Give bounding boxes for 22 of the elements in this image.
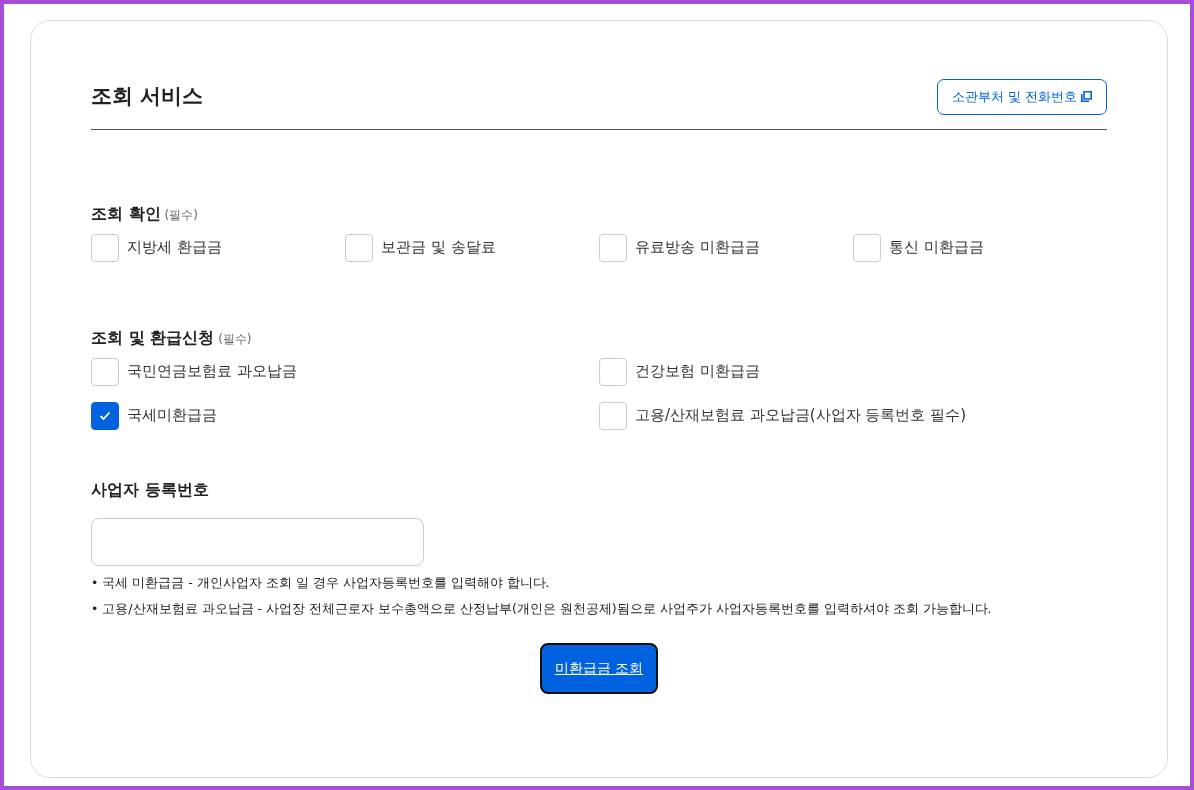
page-title: 조회 서비스 [91,84,204,110]
required-note: (필수) [218,330,252,348]
info-note: • 고용/산재보험료 과오납금 - 사업장 전체근로자 보수총액으로 산정납부(개인은 원천공제)됨으로 사업주가 사업자등록번호를 입력하셔야 조회 가능합니다. [91,600,993,619]
checkbox[interactable] [91,401,119,430]
section-title: 조회 및 환급신청 [91,326,215,349]
checkbox-label: 고용/산재보험료 과오납금(사업자 등록번호 필수) [635,405,967,427]
search-refund-button[interactable]: 미환급금 조회 [539,643,659,694]
departments-link-button[interactable]: 소관부처 및 전화번호 [936,79,1107,115]
checkbox-label: 건강보험 미환급금 [635,361,760,383]
business-number-field[interactable] [91,517,424,566]
checkbox-label: 국민연금보험료 과오납금 [127,361,297,383]
checkbox-label: 유료방송 미환급금 [635,237,760,259]
new-window-icon [1081,91,1092,103]
section-title: 조회 확인 [91,202,161,225]
check-icon [99,410,111,421]
checkbox-label: 지방세 환급금 [127,237,222,259]
checkbox-label: 국세미환급금 [127,405,217,427]
required-note: (필수) [164,206,198,224]
checkbox-label: 보관금 및 송달료 [381,237,496,259]
business-number-label: 사업자 등록번호 [91,478,210,501]
checkbox-label: 통신 미환급금 [889,237,984,259]
info-note: • 국세 미환급금 - 개인사업자 조회 일 경우 사업자등록번호를 입력해야 합니다. [91,573,551,592]
